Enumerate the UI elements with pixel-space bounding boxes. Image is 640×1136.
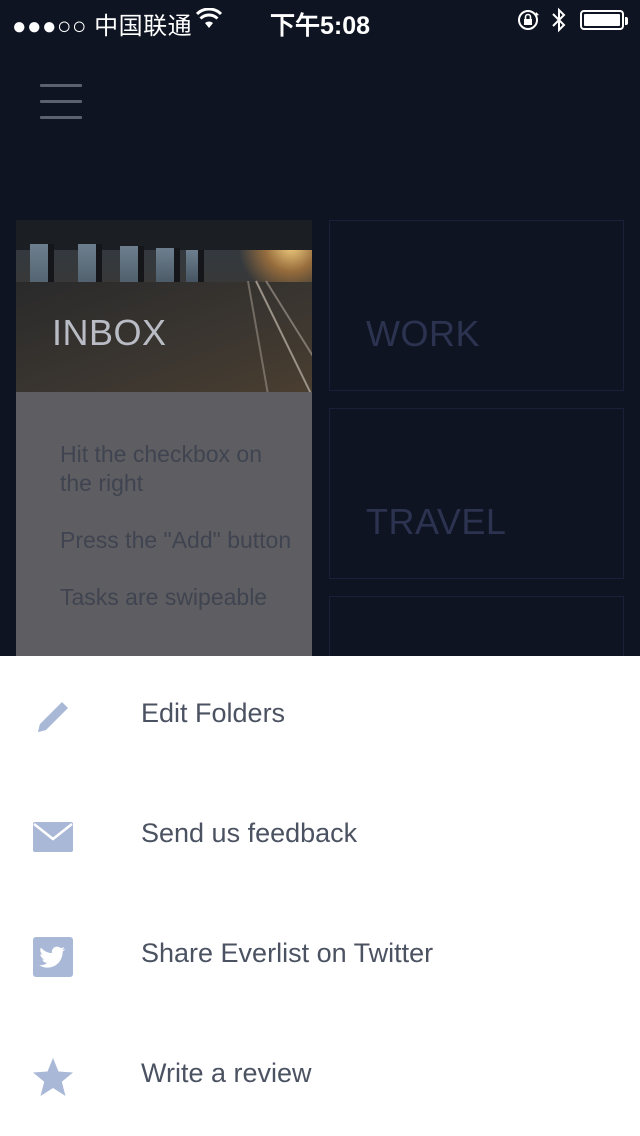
task-item[interactable]: Press the "Add" button: [60, 526, 300, 555]
menu-item-label: Share Everlist on Twitter: [141, 938, 434, 968]
task-item[interactable]: Hit the checkbox on the right: [60, 440, 300, 498]
menu-item-label: Edit Folders: [141, 698, 286, 728]
menu-item-label: Write a review: [141, 1058, 312, 1088]
menu-line: [40, 116, 82, 119]
folder-label: WORK: [366, 313, 480, 354]
task-item[interactable]: Tasks are swipeable: [60, 583, 300, 612]
twitter-icon: [32, 936, 74, 978]
send-feedback-button[interactable]: Send us feedback: [0, 776, 640, 896]
folder-label: INBOX: [52, 312, 167, 353]
action-sheet: Edit Folders Send us feedback Share Ever…: [0, 656, 640, 1136]
menu-line: [40, 100, 82, 103]
envelope-icon: [32, 816, 74, 858]
battery-icon: [580, 10, 628, 30]
edit-folders-button[interactable]: Edit Folders: [0, 656, 640, 776]
folder-travel[interactable]: TRAVEL: [329, 408, 624, 579]
bluetooth-icon: [551, 7, 567, 38]
rotation-lock-icon: [517, 9, 541, 36]
inbox-cover-photo: [16, 220, 312, 392]
star-icon: [32, 1056, 74, 1098]
clock-time: 下午5:08: [269, 12, 371, 40]
write-review-button[interactable]: Write a review: [0, 1016, 640, 1136]
share-twitter-button[interactable]: Share Everlist on Twitter: [0, 896, 640, 1016]
battery-level: [584, 14, 620, 26]
folder-work[interactable]: WORK: [329, 220, 624, 391]
folder-label: TRAVEL: [366, 501, 507, 542]
inbox-task-list: Hit the checkbox on the right Press the …: [60, 440, 300, 640]
hamburger-menu-icon[interactable]: [40, 84, 82, 119]
menu-line: [40, 84, 82, 87]
status-bar: ●●●○○ 中国联通 下午5:08: [0, 0, 640, 40]
folder-inbox[interactable]: INBOX Hit the checkbox on the right Pres…: [16, 220, 312, 660]
menu-item-label: Send us feedback: [141, 818, 358, 848]
pencil-icon: [32, 696, 74, 738]
